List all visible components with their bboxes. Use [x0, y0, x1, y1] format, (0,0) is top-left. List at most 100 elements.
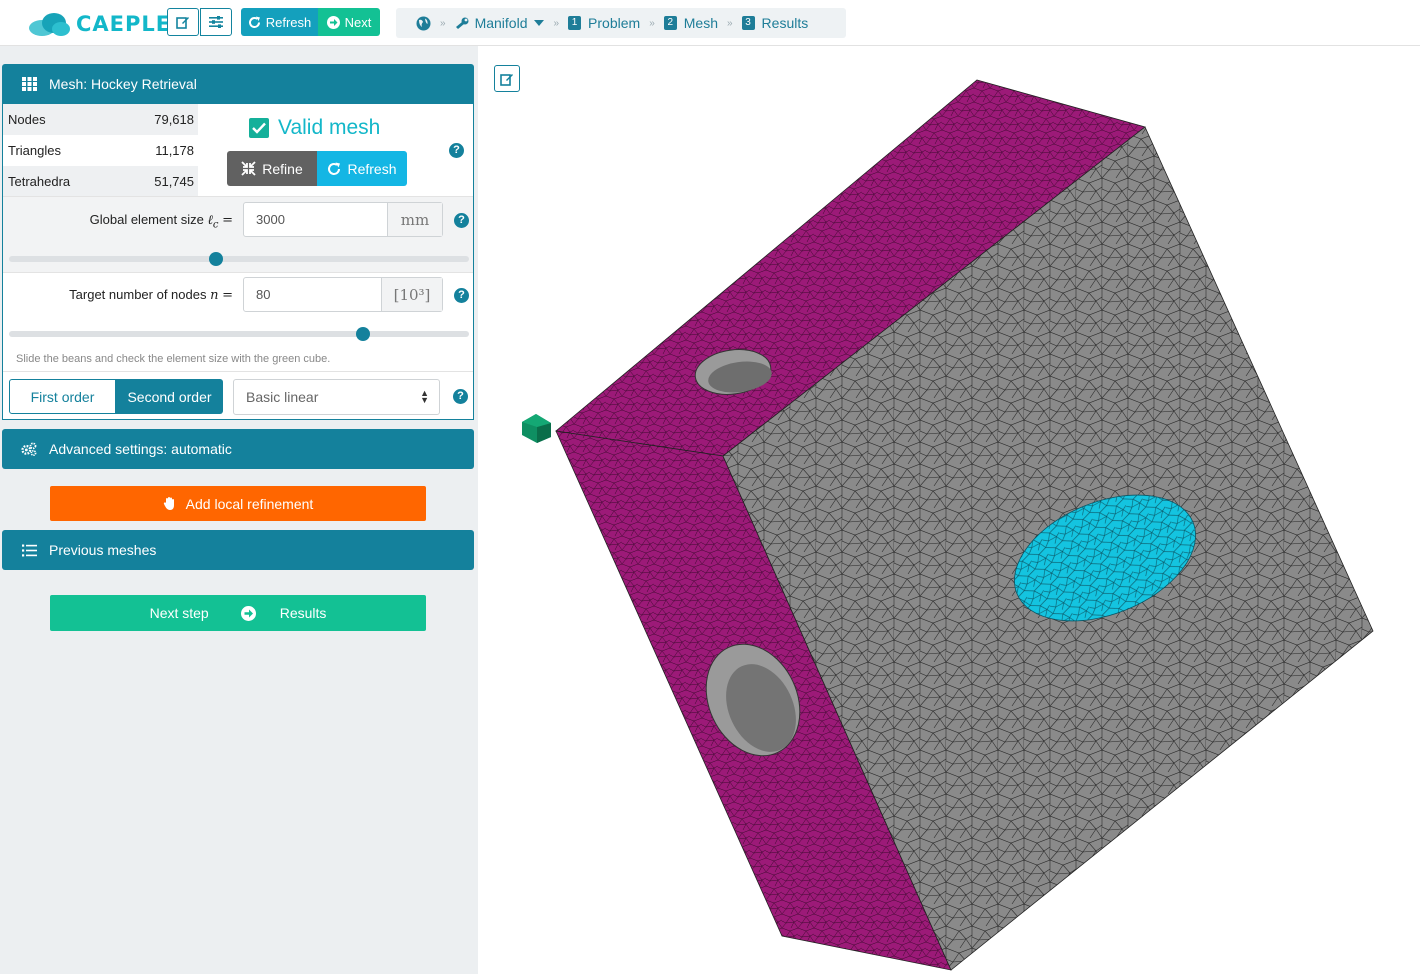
edit-icon — [500, 73, 513, 86]
home-crumb[interactable] — [416, 16, 431, 31]
refresh-label: Refresh — [265, 14, 312, 30]
mesh-status-text: Valid mesh — [278, 116, 381, 139]
advanced-settings-header[interactable]: Advanced settings: automatic — [2, 429, 474, 469]
wrench-icon — [455, 17, 469, 29]
stat-value: 11,178 — [155, 143, 194, 158]
settings-button[interactable] — [200, 8, 232, 36]
add-local-refinement-button[interactable]: Add local refinement — [50, 486, 426, 521]
top-bar: CAEPLEX Refresh Next » Manifold » 1 Prob… — [0, 0, 1420, 46]
step-label: Results — [761, 15, 809, 31]
slider-handle[interactable] — [356, 327, 371, 341]
manifold-crumb[interactable]: Manifold — [455, 15, 545, 31]
add-local-refinement-label: Add local refinement — [185, 495, 314, 512]
help-icon[interactable]: ? — [454, 213, 469, 228]
grid-icon — [21, 76, 37, 92]
second-order-button[interactable]: Second order — [116, 379, 223, 414]
stat-value: 51,745 — [154, 174, 194, 189]
stat-row: Triangles 11,178 — [3, 135, 198, 166]
mesh-refresh-button[interactable]: Refresh — [317, 151, 407, 186]
next-step-button[interactable]: Next step Results — [50, 595, 426, 631]
next-step-target: Results — [279, 605, 327, 621]
divider — [3, 371, 473, 372]
element-type-select[interactable]: Basic linear ▲ ▼ — [233, 379, 440, 415]
cloud-logo-icon — [29, 13, 70, 36]
breadcrumb-separator: » — [440, 17, 446, 29]
element-size-subscript: c — [212, 219, 219, 231]
viewer-edit-button[interactable] — [494, 65, 520, 92]
refresh-icon — [248, 16, 260, 28]
next-label: Next — [344, 14, 372, 30]
element-size-unit: mm — [387, 203, 442, 236]
list-icon — [21, 542, 37, 558]
target-nodes-input[interactable]: 80 [10³] — [243, 277, 443, 312]
refresh-button[interactable]: Refresh — [241, 8, 318, 36]
check-square-icon — [249, 118, 269, 138]
caret-down-icon — [534, 20, 545, 26]
target-nodes-slider[interactable] — [9, 327, 469, 341]
mesh-3d-view[interactable] — [478, 46, 1420, 974]
breadcrumb-separator: » — [726, 17, 733, 29]
stat-label: Nodes — [8, 112, 46, 127]
refine-button[interactable]: Refine — [227, 151, 317, 186]
mesh-refresh-label: Refresh — [347, 160, 397, 177]
step-number-badge: 1 — [568, 16, 582, 30]
step-number-badge: 2 — [663, 16, 677, 30]
target-nodes-label: Target number of nodes n = — [23, 287, 233, 303]
mesh-panel-title: Mesh: Hockey Retrieval — [49, 76, 197, 92]
breadcrumb: » Manifold » 1 Problem » 2 Mesh » 3 Resu… — [396, 8, 846, 38]
edit-problem-button[interactable] — [167, 8, 199, 36]
advanced-settings-title: Advanced settings: automatic — [49, 441, 232, 457]
step-number-badge: 3 — [741, 16, 755, 30]
previous-meshes-title: Previous meshes — [49, 542, 157, 558]
slider-hint: Slide the beans and check the element si… — [16, 353, 331, 365]
arrow-circle-right-icon — [326, 15, 340, 29]
sort-icon: ▲ ▼ — [420, 388, 429, 405]
help-icon[interactable]: ? — [454, 288, 469, 303]
refresh-icon — [328, 162, 341, 175]
stat-label: Triangles — [8, 143, 61, 158]
edit-icon — [176, 17, 189, 29]
target-nodes-value: 80 — [256, 287, 271, 302]
step-problem-crumb[interactable]: 1 Problem — [568, 15, 640, 31]
compress-icon — [241, 161, 256, 176]
manifold-label: Manifold — [474, 15, 528, 31]
globe-icon — [416, 16, 431, 30]
refine-label: Refine — [262, 160, 303, 177]
element-size-label: Global element size ℓc = — [23, 212, 233, 231]
previous-meshes-header[interactable]: Previous meshes — [2, 530, 474, 570]
arrow-circle-right-icon — [240, 605, 256, 621]
mesh-panel-header[interactable]: Mesh: Hockey Retrieval — [2, 64, 474, 104]
slider-handle[interactable] — [209, 252, 223, 266]
sliders-icon — [209, 16, 223, 28]
equals-sign: = — [222, 288, 233, 303]
stat-row: Nodes 79,618 — [3, 104, 198, 135]
element-size-input[interactable]: 3000 mm — [243, 202, 443, 237]
hand-paper-icon — [163, 497, 174, 510]
divider — [3, 272, 473, 273]
first-order-button[interactable]: First order — [9, 379, 116, 414]
element-size-label-text: Global element size — [89, 212, 204, 227]
breadcrumb-separator: » — [553, 17, 560, 29]
mesh-status: Valid mesh — [249, 116, 380, 140]
step-label: Problem — [588, 15, 641, 31]
stat-row: Tetrahedra 51,745 — [3, 166, 198, 197]
element-size-slider[interactable] — [9, 252, 469, 266]
element-size-value: 3000 — [256, 212, 285, 227]
mesh-stats-table: Nodes 79,618 Triangles 11,178 Tetrahedra… — [3, 104, 198, 197]
element-type-value: Basic linear — [246, 389, 319, 405]
help-icon[interactable]: ? — [449, 143, 464, 158]
step-results-crumb[interactable]: 3 Results — [741, 15, 809, 31]
cogs-icon — [21, 441, 37, 457]
target-nodes-label-text: Target number of nodes — [69, 287, 207, 302]
equals-sign: = — [222, 213, 233, 228]
stat-label: Tetrahedra — [8, 174, 71, 189]
help-icon[interactable]: ? — [453, 389, 468, 404]
next-step-label: Next step — [149, 605, 209, 621]
breadcrumb-separator: » — [649, 17, 655, 29]
stat-value: 79,618 — [154, 112, 194, 127]
next-button[interactable]: Next — [318, 8, 380, 36]
target-nodes-unit: [10³] — [381, 278, 442, 311]
caeplex-logo[interactable]: CAEPLEX — [28, 9, 188, 39]
step-mesh-crumb[interactable]: 2 Mesh — [663, 15, 718, 31]
element-size-cube — [522, 414, 551, 443]
